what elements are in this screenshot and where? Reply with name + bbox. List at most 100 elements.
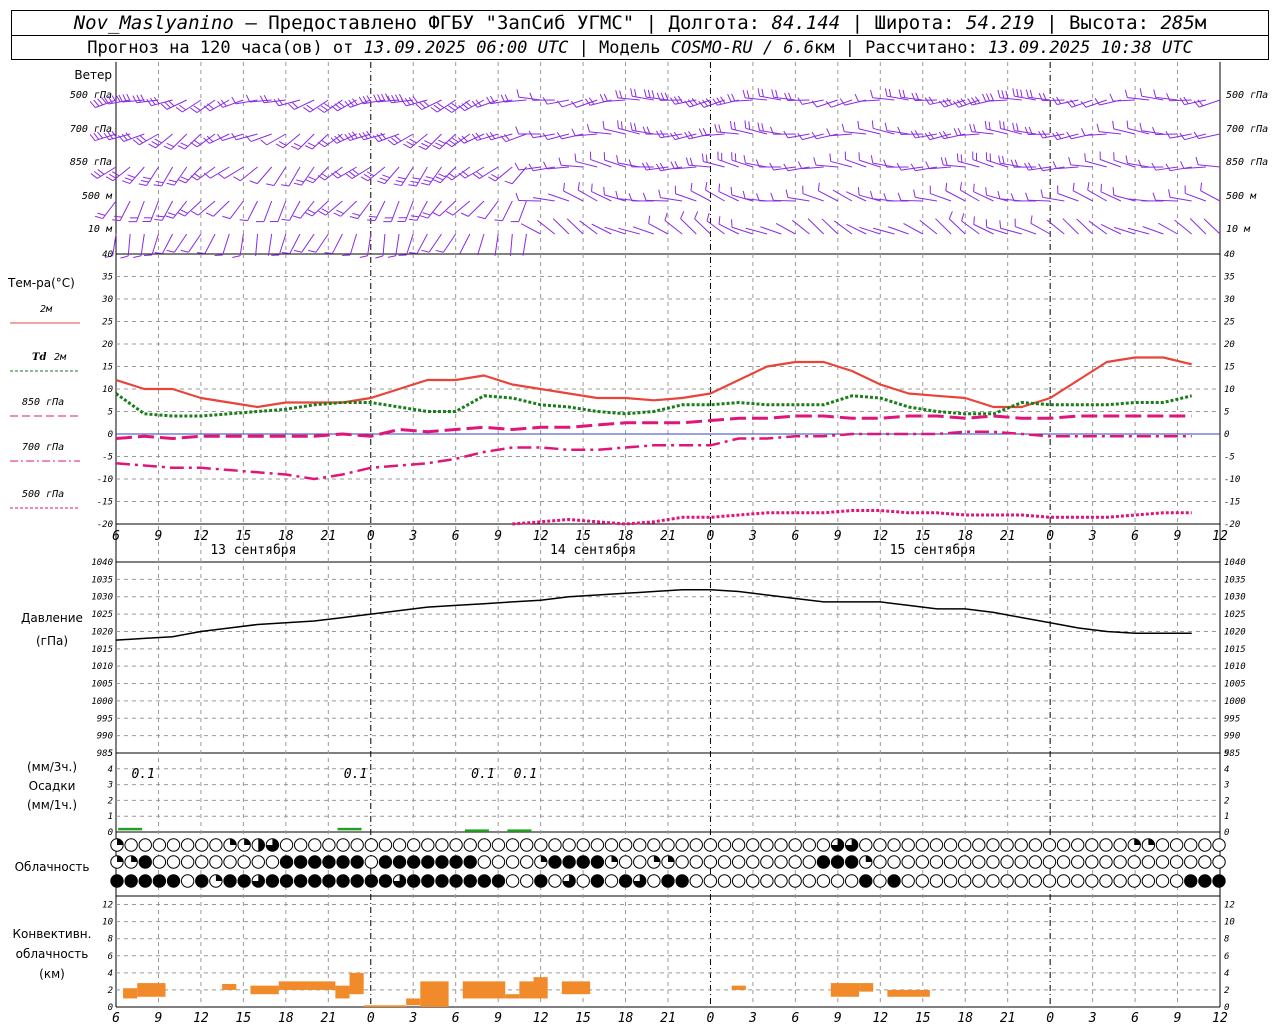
cloud-cover-fill (117, 855, 124, 862)
temp-tick-label-left: 0 (108, 430, 113, 440)
wind-barb-feather (393, 183, 402, 187)
wind-barb (277, 200, 287, 222)
wind-barb (945, 190, 966, 202)
cloud-cover-symbol (972, 874, 986, 888)
wind-barb (1169, 99, 1192, 102)
cloud-cover-symbol (152, 855, 167, 869)
wind-barb (844, 131, 867, 135)
wind-barb-feather (432, 179, 441, 184)
wind-barb-feather (422, 212, 431, 216)
temp-legend-label: 500 гПа (22, 489, 64, 500)
wind-level-label-right: 10 м (1226, 224, 1251, 235)
wind-barb (439, 166, 457, 184)
temp-legend-label: 2м (54, 352, 67, 363)
wind-barb-feather (961, 213, 965, 222)
wind-barb-feather (280, 184, 290, 187)
wind-barb-feather (180, 142, 189, 147)
wind-barb (255, 233, 259, 256)
wind-barb-feather (307, 209, 316, 214)
wind-barb-feather (705, 182, 708, 191)
cloud-cover-fill (131, 855, 138, 862)
wind-barb-feather (1126, 120, 1129, 129)
x-tick-label-top: 6 (791, 529, 799, 544)
wind-barb-feather (437, 139, 446, 145)
wind-barb-feather (718, 183, 721, 192)
temp-tick-label-right: 25 (1224, 318, 1235, 328)
pressure-title: Давление (21, 611, 83, 625)
wind-barb (170, 133, 188, 150)
wind-barb-feather (435, 249, 444, 253)
wind-barb-feather (360, 176, 369, 182)
x-tick-label-bottom: 9 (1174, 1011, 1182, 1024)
wind-barb (1099, 131, 1121, 135)
wind-barb-feather (630, 88, 633, 97)
cloud-cover-symbol (1212, 838, 1226, 852)
cloud-cover-symbol (915, 874, 930, 888)
wind-barb (833, 220, 853, 235)
cloud-cover-symbol (251, 855, 265, 869)
wind-barb (577, 189, 598, 202)
cloud-cover-symbol (675, 874, 689, 888)
wind-barb-feather (884, 122, 888, 131)
wind-barb-feather (1153, 89, 1157, 98)
x-tick-label-top: 0 (1046, 529, 1054, 544)
wind-barb (821, 218, 839, 235)
cloud-cover-symbol (406, 855, 421, 869)
wind-barb-feather (744, 120, 747, 129)
wind-barb-feather (89, 133, 96, 141)
temp-tick-label-left: 15 (102, 363, 113, 373)
wind-barb-feather (435, 142, 443, 147)
temp-tick-label-right: 0 (1224, 430, 1229, 440)
wind-barb-feather (1112, 120, 1115, 129)
wind-barb-feather (291, 101, 299, 109)
wind-barb (675, 193, 697, 202)
wind-barb-feather (953, 128, 958, 136)
cloud-cover-symbol (689, 874, 703, 888)
wind-barb-feather (603, 186, 605, 195)
wind-barb-feather (308, 249, 317, 253)
wind-barb-feather (634, 88, 637, 97)
x-tick-label-top: 12 (872, 529, 888, 544)
x-tick-label-bottom: 6 (112, 1011, 120, 1024)
wind-barb (182, 99, 202, 113)
wind-barb-feather (93, 171, 101, 177)
cloud-cover-symbol (237, 855, 251, 869)
wind-barb-feather (451, 103, 459, 109)
cloud-cover-symbol (788, 874, 802, 888)
precip-bar (118, 827, 143, 831)
cloud-cover-symbol (746, 874, 760, 888)
wind-barb-feather (307, 142, 316, 147)
wind-barb-feather (718, 124, 722, 133)
wind-barb (604, 194, 626, 202)
convective-cloud-bar (222, 983, 237, 990)
wind-barb-feather (571, 128, 576, 137)
wind-barb-feather (136, 137, 144, 144)
temp-tick-label-right: -5 (1224, 453, 1235, 463)
cloud-cover-symbol (1184, 838, 1198, 852)
day-label: 14 сентября (550, 543, 636, 558)
wind-barb-feather (648, 215, 651, 224)
wind-barb-feather (424, 140, 432, 145)
wind-barb (484, 200, 499, 220)
cloud-cover-symbol (844, 855, 859, 869)
wind-barb (1030, 222, 1051, 235)
wind-barb (745, 97, 768, 101)
cloud-cover-symbol (1169, 838, 1184, 852)
cloud-cover-symbol (929, 855, 944, 869)
cloud-cover-symbol (1141, 874, 1156, 888)
wind-barb-feather (404, 98, 411, 106)
wind-barb-feather (1052, 97, 1058, 105)
wind-barb-feather (677, 95, 683, 103)
wind-barb-feather (1001, 90, 1005, 99)
x-tick-label-bottom: 9 (494, 1011, 502, 1024)
cloud-cover-symbol (180, 874, 195, 888)
precip-tick-label-left: 0 (108, 828, 113, 838)
wind-barb-feather (391, 95, 396, 103)
wind-barb-feather (133, 255, 142, 258)
wind-barb (1185, 192, 1207, 202)
cloud-cover-symbol (1169, 874, 1184, 888)
wind-barb (502, 200, 513, 221)
wind-barb-feather (277, 97, 283, 106)
wind-level-label-left: 850 гПа (70, 157, 112, 168)
wind-barb-feather (602, 121, 605, 130)
